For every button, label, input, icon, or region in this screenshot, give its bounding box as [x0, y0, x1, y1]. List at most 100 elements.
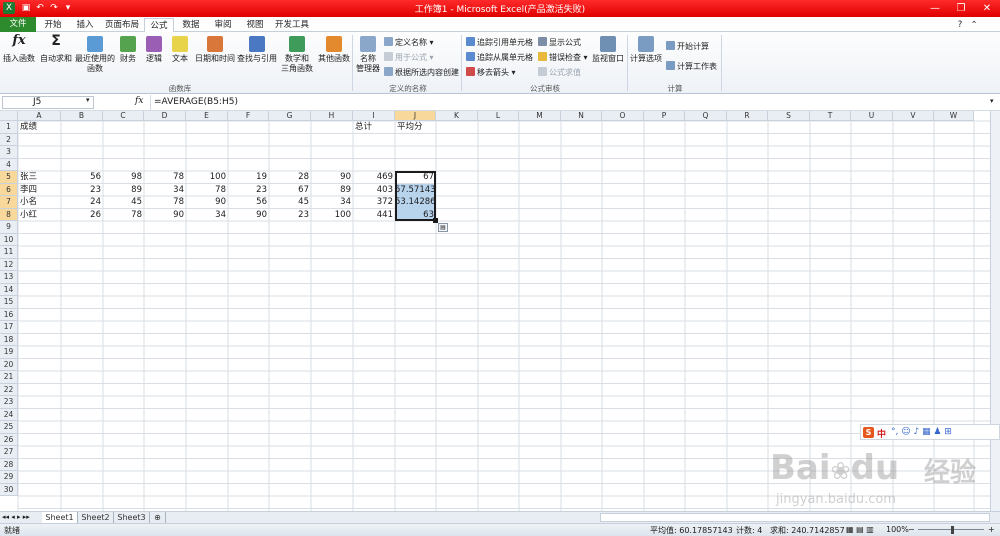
- column-header[interactable]: P: [644, 111, 685, 121]
- row-header[interactable]: 16: [0, 308, 18, 321]
- minimize-ribbon-icon[interactable]: ⌃: [968, 18, 980, 32]
- cell-h5[interactable]: 90: [311, 171, 353, 184]
- calc-now-button[interactable]: 开始计算: [666, 41, 709, 52]
- lookup-button[interactable]: 查找与引用: [237, 36, 277, 64]
- tab-file[interactable]: 文件: [0, 17, 36, 32]
- name-box[interactable]: J5: [2, 96, 94, 109]
- name-manager-button[interactable]: 名称 管理器: [355, 36, 381, 74]
- cell-g7[interactable]: 45: [269, 196, 311, 209]
- fx-icon[interactable]: fx: [135, 96, 143, 106]
- row-header[interactable]: 22: [0, 383, 18, 396]
- row-header[interactable]: 3: [0, 146, 18, 159]
- error-checking-button[interactable]: 错误检查 ▾: [538, 52, 588, 63]
- cell-c7[interactable]: 45: [103, 196, 144, 209]
- autosum-button[interactable]: Σ 自动求和: [38, 34, 74, 64]
- column-header[interactable]: E: [186, 111, 228, 121]
- sheet-tab-2[interactable]: Sheet2: [78, 512, 114, 523]
- autofill-options-icon[interactable]: ▤: [438, 223, 448, 232]
- more-functions-button[interactable]: 其他函数: [317, 36, 351, 64]
- math-button[interactable]: 数学和 三角函数: [278, 36, 316, 74]
- select-all-corner[interactable]: [0, 111, 18, 121]
- remove-arrows-button[interactable]: 移去箭头 ▾: [466, 67, 516, 78]
- cell-i7[interactable]: 372: [353, 196, 395, 209]
- tab-data[interactable]: 数据: [176, 18, 206, 32]
- ime-icons[interactable]: °, ☺ ♪ ▦ ♟ ⊞: [891, 427, 952, 437]
- tab-home[interactable]: 开始: [38, 18, 68, 32]
- column-header[interactable]: I: [353, 111, 395, 121]
- trace-precedents-button[interactable]: 追踪引用单元格: [466, 37, 533, 48]
- tab-view[interactable]: 视图: [240, 18, 270, 32]
- row-header[interactable]: 14: [0, 283, 18, 296]
- cell-b5[interactable]: 56: [61, 171, 103, 184]
- minimize-button[interactable]: —: [922, 0, 948, 17]
- column-header[interactable]: L: [478, 111, 519, 121]
- create-from-selection-button[interactable]: 根据所选内容创建: [384, 67, 459, 78]
- tab-developer[interactable]: 开发工具: [272, 18, 312, 32]
- row-header[interactable]: 11: [0, 246, 18, 259]
- tab-formulas[interactable]: 公式: [144, 18, 174, 32]
- expand-formula-bar-icon[interactable]: ▾: [990, 97, 994, 105]
- row-header[interactable]: 17: [0, 321, 18, 334]
- row-header[interactable]: 25: [0, 421, 18, 434]
- cell-e7[interactable]: 90: [186, 196, 228, 209]
- cell-e6[interactable]: 78: [186, 184, 228, 197]
- cell-f7[interactable]: 56: [228, 196, 269, 209]
- horizontal-scrollbar[interactable]: [600, 513, 990, 522]
- column-header[interactable]: F: [228, 111, 269, 121]
- text-button[interactable]: 文本: [168, 36, 192, 64]
- cell-j1[interactable]: 平均分: [395, 121, 436, 134]
- column-header[interactable]: V: [893, 111, 934, 121]
- formula-input[interactable]: =AVERAGE(B5:H5): [154, 97, 238, 107]
- cell-d8[interactable]: 90: [144, 209, 186, 222]
- cell-g5[interactable]: 28: [269, 171, 311, 184]
- define-name-button[interactable]: 定义名称 ▾: [384, 37, 434, 48]
- column-header[interactable]: A: [18, 111, 61, 121]
- column-header[interactable]: N: [561, 111, 602, 121]
- evaluate-formula-button[interactable]: 公式求值: [538, 67, 581, 78]
- zoom-in-icon[interactable]: +: [988, 525, 995, 534]
- tab-insert[interactable]: 插入: [70, 18, 100, 32]
- column-header[interactable]: M: [519, 111, 561, 121]
- ime-toolbar[interactable]: S 中 °, ☺ ♪ ▦ ♟ ⊞: [860, 424, 1000, 440]
- cell-a6[interactable]: 李四: [18, 184, 61, 197]
- cell-d7[interactable]: 78: [144, 196, 186, 209]
- row-header[interactable]: 20: [0, 358, 18, 371]
- row-header[interactable]: 8: [0, 208, 18, 221]
- row-header[interactable]: 1: [0, 121, 18, 134]
- help-icon[interactable]: ?: [954, 18, 966, 32]
- column-header[interactable]: B: [61, 111, 103, 121]
- row-header[interactable]: 18: [0, 333, 18, 346]
- row-header[interactable]: 12: [0, 258, 18, 271]
- cell-i8[interactable]: 441: [353, 209, 395, 222]
- cell-f6[interactable]: 23: [228, 184, 269, 197]
- row-header[interactable]: 30: [0, 483, 18, 496]
- column-header[interactable]: W: [934, 111, 974, 121]
- use-in-formula-button[interactable]: 用于公式 ▾: [384, 52, 434, 63]
- tab-page-layout[interactable]: 页面布局: [102, 18, 142, 32]
- insert-function-button[interactable]: fx 插入函数: [2, 34, 36, 64]
- cell-i5[interactable]: 469: [353, 171, 395, 184]
- row-header[interactable]: 23: [0, 396, 18, 409]
- column-header[interactable]: D: [144, 111, 186, 121]
- calc-options-button[interactable]: 计算选项: [629, 36, 663, 64]
- cell-d5[interactable]: 78: [144, 171, 186, 184]
- datetime-button[interactable]: 日期和时间: [194, 36, 236, 64]
- column-header[interactable]: O: [602, 111, 644, 121]
- cell-i6[interactable]: 403: [353, 184, 395, 197]
- cell-a1[interactable]: 成绩: [18, 121, 61, 134]
- cell-g8[interactable]: 23: [269, 209, 311, 222]
- row-header[interactable]: 27: [0, 446, 18, 459]
- column-header[interactable]: Q: [685, 111, 727, 121]
- watch-window-button[interactable]: 监视窗口: [590, 36, 626, 64]
- zoom-level[interactable]: 100%: [886, 525, 909, 534]
- cell-g6[interactable]: 67: [269, 184, 311, 197]
- row-header[interactable]: 10: [0, 233, 18, 246]
- zoom-slider-thumb[interactable]: [951, 526, 954, 534]
- view-buttons[interactable]: ▦ ▤ ▥: [846, 525, 880, 534]
- cell-f8[interactable]: 90: [228, 209, 269, 222]
- logical-button[interactable]: 逻辑: [142, 36, 166, 64]
- column-header[interactable]: G: [269, 111, 311, 121]
- chevron-down-icon[interactable]: ▾: [86, 96, 90, 104]
- column-header[interactable]: S: [768, 111, 810, 121]
- row-header[interactable]: 24: [0, 408, 18, 421]
